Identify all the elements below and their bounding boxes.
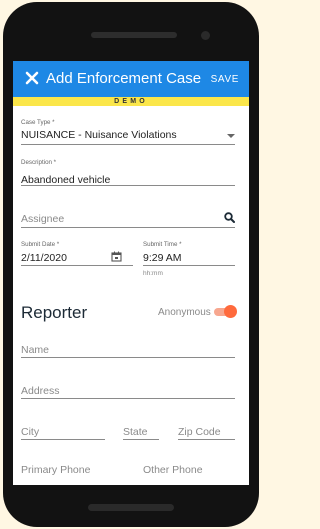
- city-underline: [21, 439, 105, 440]
- case-type-value[interactable]: NUISANCE - Nuisance Violations: [21, 129, 177, 141]
- reporter-heading: Reporter: [21, 303, 88, 322]
- camera-icon: [201, 31, 210, 40]
- phone-top-bezel: [3, 2, 259, 62]
- save-button[interactable]: SAVE: [211, 74, 239, 85]
- demo-banner: DEMO: [13, 97, 249, 106]
- case-type-underline: [21, 144, 235, 145]
- submit-time-underline: [143, 265, 235, 266]
- submit-date-input[interactable]: 2/11/2020: [21, 252, 67, 264]
- anonymous-toggle-knob[interactable]: [224, 305, 237, 318]
- address-underline: [21, 398, 235, 399]
- assignee-underline: [21, 227, 235, 228]
- address-input[interactable]: Address: [21, 385, 60, 397]
- description-label: Description *: [21, 159, 57, 166]
- calendar-icon[interactable]: [111, 251, 122, 262]
- name-input[interactable]: Name: [21, 344, 49, 356]
- app-screen: Add Enforcement Case SAVE DEMO Case Type…: [13, 61, 249, 485]
- speaker-grille: [91, 32, 177, 38]
- name-underline: [21, 357, 235, 358]
- description-underline: [21, 185, 235, 186]
- submit-date-label: Submit Date *: [21, 241, 60, 248]
- page-title: Add Enforcement Case: [46, 70, 202, 87]
- other-phone-input[interactable]: Other Phone: [143, 464, 203, 476]
- close-icon[interactable]: [25, 71, 39, 85]
- primary-phone-input[interactable]: Primary Phone: [21, 464, 90, 476]
- bottom-speaker-grille: [88, 504, 174, 511]
- app-bar: Add Enforcement Case SAVE: [13, 61, 249, 97]
- submit-time-label: Submit Time *: [143, 241, 182, 248]
- zip-input[interactable]: Zip Code: [178, 426, 221, 438]
- city-input[interactable]: City: [21, 426, 39, 438]
- submit-time-hint: hh:mm: [143, 270, 163, 277]
- anonymous-label: Anonymous: [158, 307, 211, 318]
- search-icon[interactable]: [224, 212, 235, 223]
- state-underline: [123, 439, 159, 440]
- state-input[interactable]: State: [123, 426, 148, 438]
- chevron-down-icon[interactable]: [227, 134, 235, 138]
- case-type-label: Case Type *: [21, 119, 55, 126]
- assignee-input[interactable]: Assignee: [21, 213, 64, 225]
- submit-date-underline: [21, 265, 133, 266]
- zip-underline: [178, 439, 235, 440]
- submit-time-input[interactable]: 9:29 AM: [143, 252, 182, 264]
